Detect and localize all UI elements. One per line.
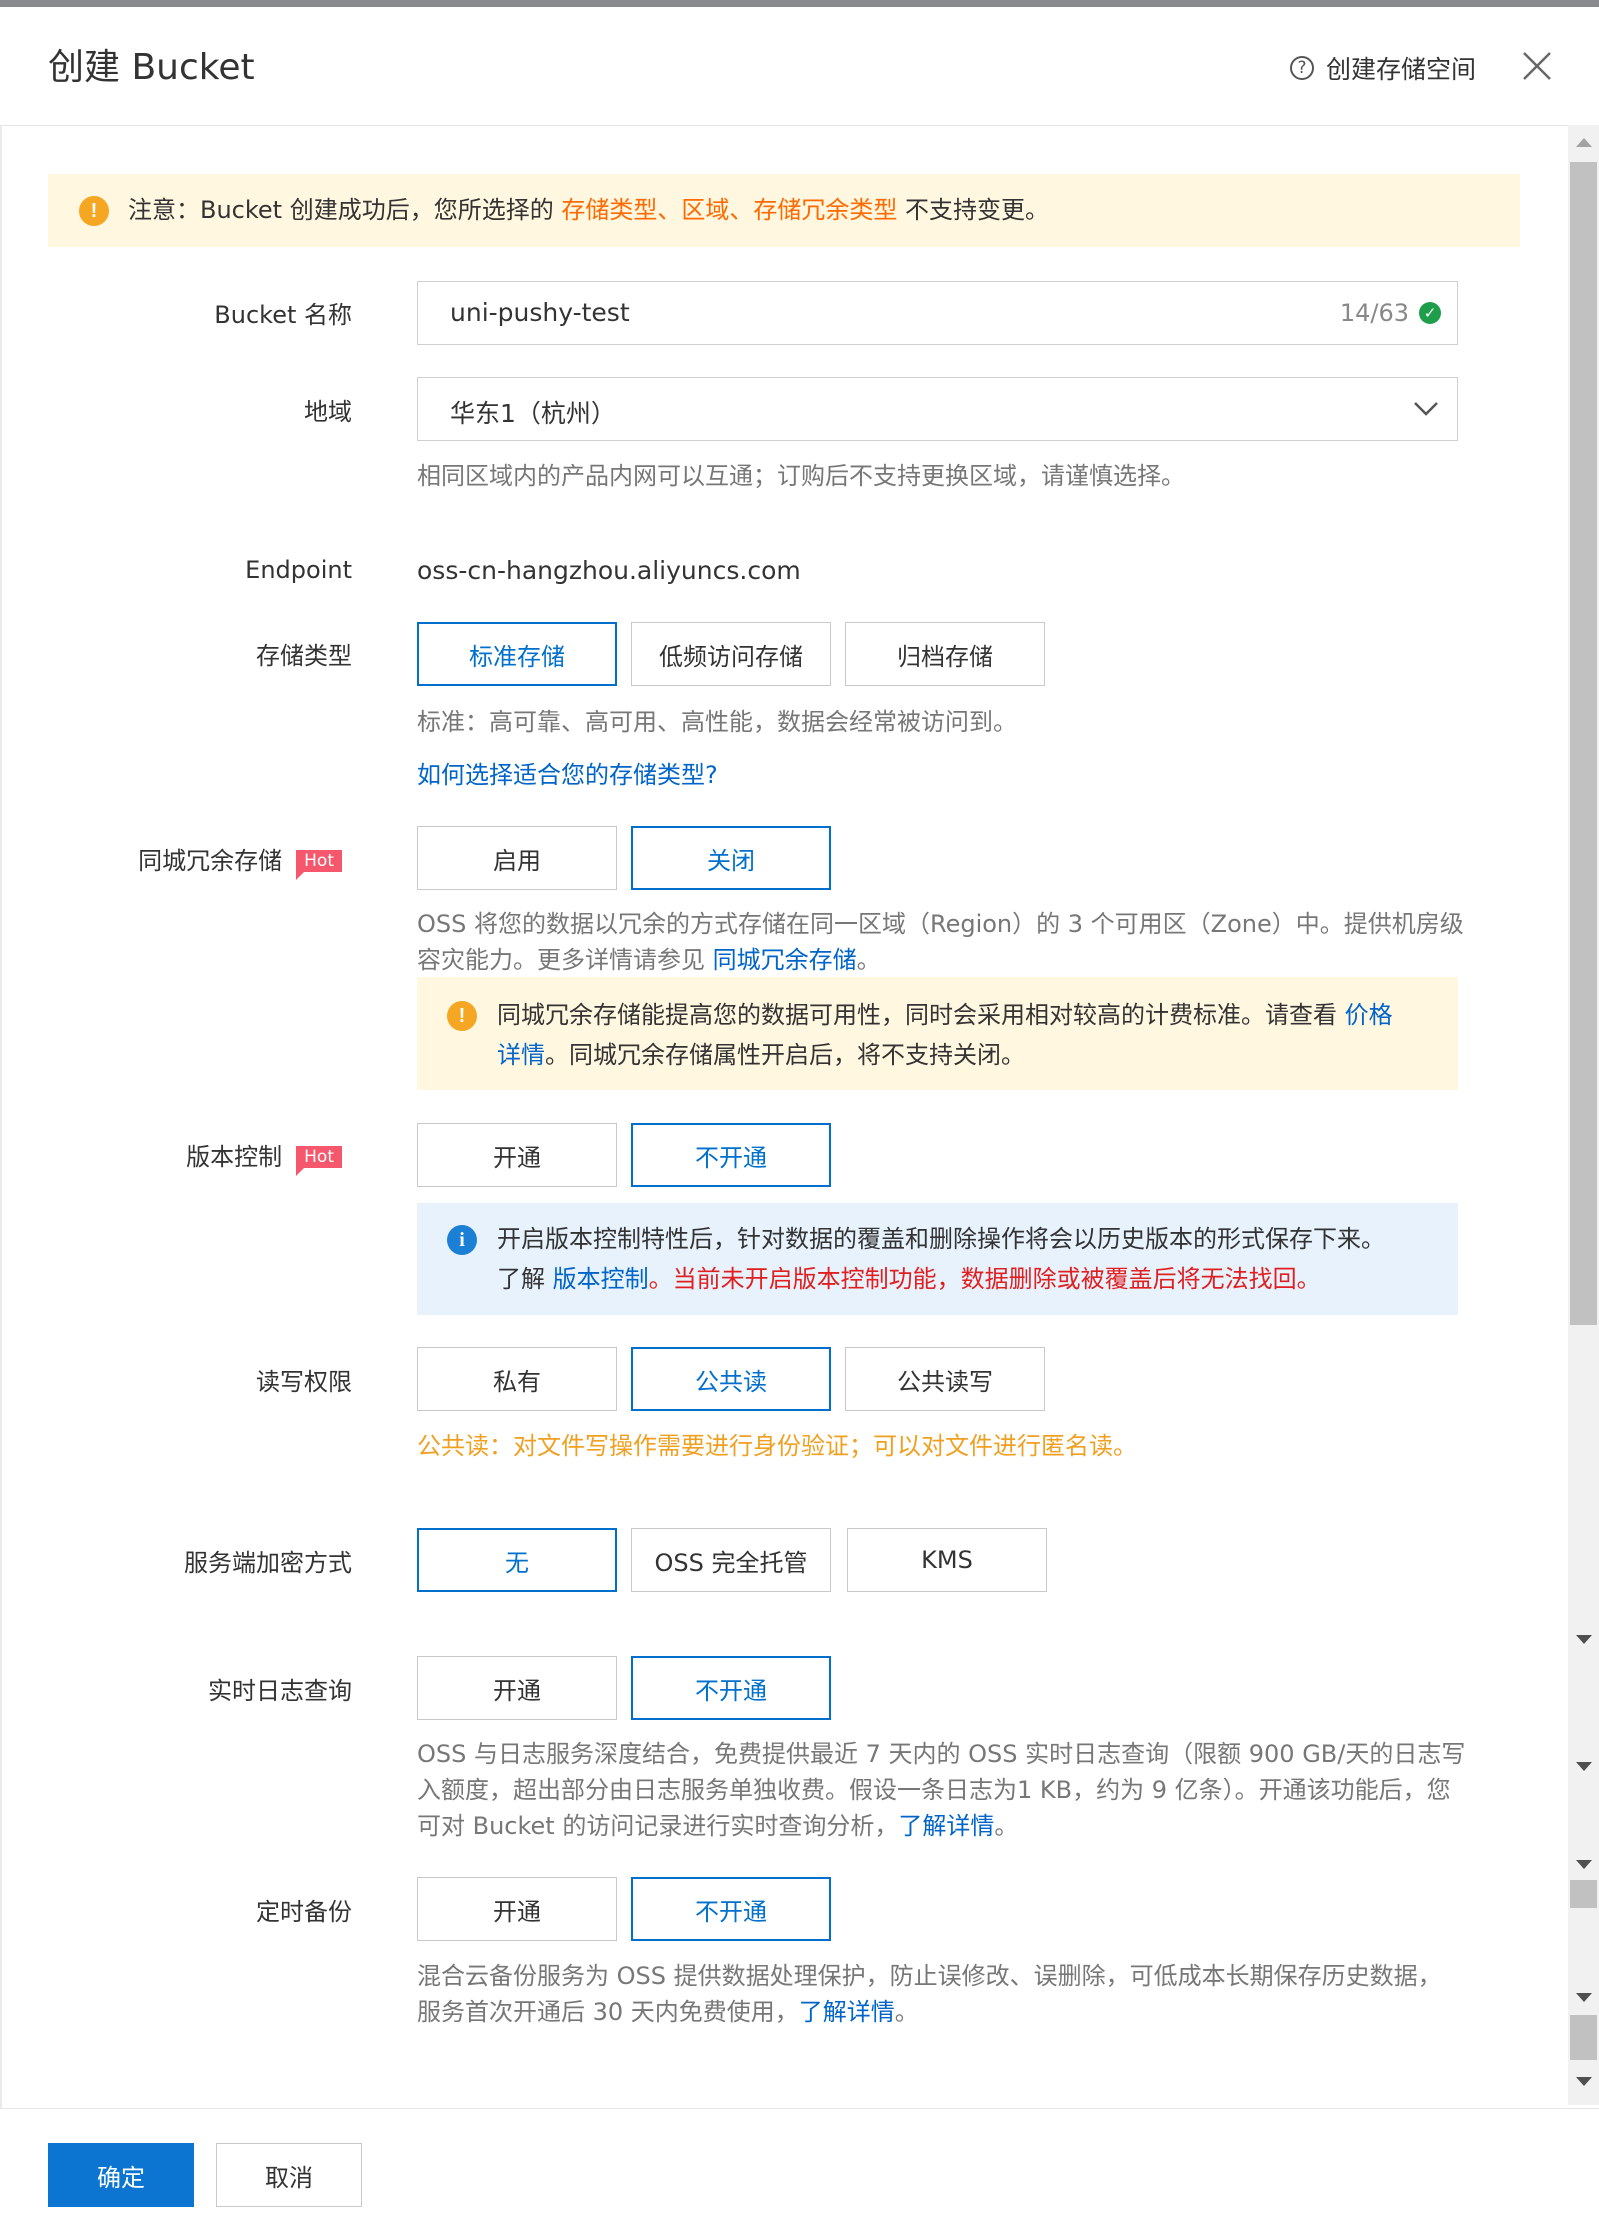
backup-on-option[interactable]: 开通 <box>417 1877 617 1941</box>
question-icon: ? <box>1290 56 1314 80</box>
realtime-log-off-option[interactable]: 不开通 <box>631 1656 831 1720</box>
help-link[interactable]: ? 创建存储空间 <box>1290 50 1476 86</box>
info-icon: i <box>447 1225 477 1255</box>
backup-off-option[interactable]: 不开通 <box>631 1877 831 1941</box>
versioning-off-option[interactable]: 不开通 <box>631 1123 831 1187</box>
storage-class-ia[interactable]: 低频访问存储 <box>631 622 831 686</box>
close-icon[interactable] <box>1518 47 1556 85</box>
check-icon: ✓ <box>1419 302 1441 324</box>
encryption-kms-option[interactable]: KMS <box>847 1528 1047 1592</box>
acl-public-rw-option[interactable]: 公共读写 <box>845 1347 1045 1411</box>
help-link-label: 创建存储空间 <box>1326 55 1477 84</box>
confirm-button[interactable]: 确定 <box>48 2143 194 2207</box>
acl-help: 公共读：对文件写操作需要进行身份验证；可以对文件进行匿名读。 <box>417 1432 1137 1460</box>
chevron-down-icon <box>1414 402 1438 416</box>
backup-detail-link[interactable]: 了解详情 <box>799 1998 895 2026</box>
zrs-doc-link[interactable]: 同城冗余存储 <box>713 946 857 974</box>
encryption-oss-option[interactable]: OSS 完全托管 <box>631 1528 831 1592</box>
versioning-label: 版本控制 Hot <box>22 1137 342 1176</box>
dialog-title: 创建 Bucket <box>48 47 255 88</box>
zrs-disable-option[interactable]: 关闭 <box>631 826 831 890</box>
realtime-log-help: OSS 与日志服务深度结合，免费提供最近 7 天内的 OSS 实时日志查询（限额… <box>417 1740 1466 1840</box>
hot-badge: Hot <box>296 850 342 880</box>
encryption-label: 服务端加密方式 <box>184 1549 352 1577</box>
scroll-down-arrow-icon[interactable] <box>1576 2077 1592 2086</box>
region-value: 华东1（杭州） <box>450 399 616 428</box>
scrollbar-thumb[interactable] <box>1570 2015 1597 2060</box>
window-top-bar <box>0 0 1599 7</box>
warning-icon: ! <box>447 1001 477 1031</box>
bucket-name-label: Bucket 名称 <box>214 301 352 329</box>
zrs-enable-option[interactable]: 启用 <box>417 826 617 890</box>
scroll-down-arrow-icon[interactable] <box>1576 1993 1592 2002</box>
scroll-down-arrow-icon[interactable] <box>1576 1635 1592 1644</box>
versioning-info-text: 开启版本控制特性后，针对数据的覆盖和删除操作将会以历史版本的形式保存下来。 了解… <box>497 1225 1385 1293</box>
versioning-doc-link[interactable]: 版本控制 <box>553 1265 649 1293</box>
zrs-label: 同城冗余存储 Hot <box>22 841 342 880</box>
divider <box>0 125 2 2125</box>
price-link-cont[interactable]: 详情 <box>497 1041 545 1069</box>
storage-class-help: 标准：高可靠、高可用、高性能，数据会经常被访问到。 <box>417 708 1017 736</box>
scrollbar-thumb[interactable] <box>1570 1880 1597 1908</box>
storage-class-guide-link[interactable]: 如何选择适合您的存储类型? <box>417 757 718 793</box>
cancel-button[interactable]: 取消 <box>216 2143 362 2207</box>
hot-badge: Hot <box>296 1146 342 1176</box>
storage-class-standard[interactable]: 标准存储 <box>417 622 617 686</box>
scroll-down-arrow-icon[interactable] <box>1576 1860 1592 1869</box>
backup-label: 定时备份 <box>256 1898 352 1926</box>
scrollbar-thumb[interactable] <box>1570 162 1597 1325</box>
acl-private-option[interactable]: 私有 <box>417 1347 617 1411</box>
realtime-log-on-option[interactable]: 开通 <box>417 1656 617 1720</box>
bucket-name-value: uni-pushy-test <box>450 298 630 327</box>
scroll-down-arrow-icon[interactable] <box>1576 1762 1592 1771</box>
notice-banner: ! 注意：Bucket 创建成功后，您所选择的 存储类型、区域、存储冗余类型 不… <box>48 174 1520 247</box>
realtime-log-label: 实时日志查询 <box>208 1677 352 1705</box>
acl-public-read-option[interactable]: 公共读 <box>631 1347 831 1411</box>
zrs-warning-text: 同城冗余存储能提高您的数据可用性，同时会采用相对较高的计费标准。请查看 价格 详… <box>497 1001 1393 1069</box>
region-label: 地域 <box>304 398 352 426</box>
warning-icon: ! <box>79 196 109 226</box>
notice-text: 注意：Bucket 创建成功后，您所选择的 存储类型、区域、存储冗余类型 不支持… <box>128 196 1049 224</box>
zrs-warning-box: ! 同城冗余存储能提高您的数据可用性，同时会采用相对较高的计费标准。请查看 价格… <box>417 977 1458 1090</box>
backup-help: 混合云备份服务为 OSS 提供数据处理保护，防止误修改、误删除，可低成本长期保存… <box>417 1962 1442 2026</box>
storage-class-archive[interactable]: 归档存储 <box>845 622 1045 686</box>
scroll-up-arrow-icon[interactable] <box>1576 138 1592 147</box>
zrs-help: OSS 将您的数据以冗余的方式存储在同一区域（Region）的 3 个可用区（Z… <box>417 910 1464 974</box>
versioning-info-box: i 开启版本控制特性后，针对数据的覆盖和删除操作将会以历史版本的形式保存下来。 … <box>417 1203 1458 1315</box>
price-link[interactable]: 价格 <box>1345 1001 1393 1029</box>
scrollbar[interactable] <box>1568 125 1599 2105</box>
acl-label: 读写权限 <box>256 1368 352 1396</box>
region-select[interactable]: 华东1（杭州） <box>417 377 1458 441</box>
encryption-none-option[interactable]: 无 <box>417 1528 617 1592</box>
versioning-on-option[interactable]: 开通 <box>417 1123 617 1187</box>
name-counter: 14/63 <box>1339 299 1409 327</box>
realtime-log-detail-link[interactable]: 了解详情 <box>898 1812 994 1840</box>
bucket-name-input[interactable]: uni-pushy-test 14/63 ✓ <box>417 281 1458 345</box>
region-help: 相同区域内的产品内网可以互通；订购后不支持更换区域，请谨慎选择。 <box>417 462 1185 490</box>
storage-class-label: 存储类型 <box>256 642 352 670</box>
endpoint-value: oss-cn-hangzhou.aliyuncs.com <box>417 556 801 585</box>
endpoint-label: Endpoint <box>245 556 352 584</box>
